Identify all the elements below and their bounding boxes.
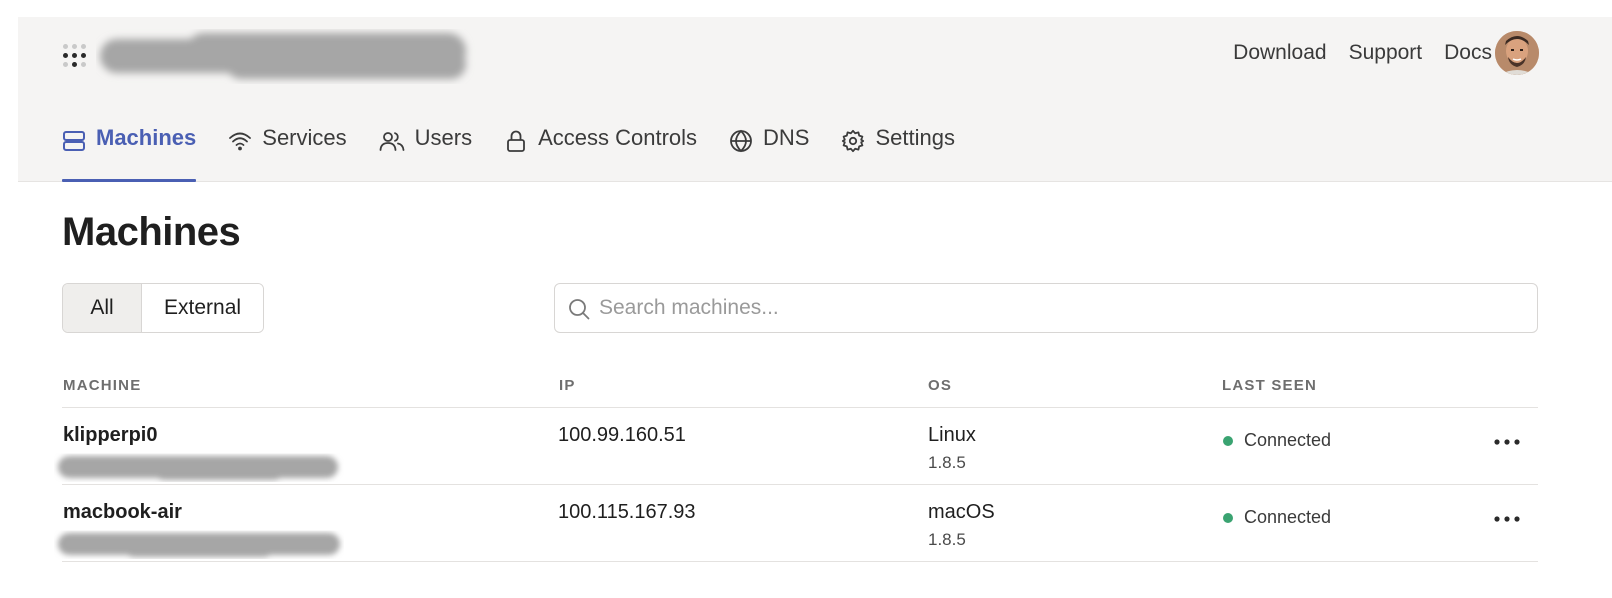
tailscale-logo-icon[interactable] bbox=[63, 44, 87, 68]
col-last-seen-header[interactable]: LAST SEEN bbox=[1222, 377, 1317, 394]
tab-dns-label: DNS bbox=[763, 125, 810, 150]
more-options-icon[interactable] bbox=[1492, 432, 1522, 452]
tab-access-controls-label: Access Controls bbox=[538, 125, 698, 150]
lock-icon bbox=[507, 130, 525, 152]
globe-icon bbox=[730, 129, 752, 153]
tailnet-name-redacted bbox=[100, 33, 466, 79]
machine-version: 1.8.5 bbox=[928, 530, 966, 549]
tab-machines-label: Machines bbox=[96, 125, 197, 150]
table-row[interactable]: macbook-air 100.115.167.93 macOS 1.8.5 C… bbox=[58, 485, 1538, 562]
users-icon bbox=[379, 132, 405, 151]
tab-users-label: Users bbox=[414, 125, 473, 150]
avatar-photo-icon bbox=[1495, 31, 1539, 75]
status-label: Connected bbox=[1244, 430, 1332, 450]
machines-table: MACHINE IP OS LAST SEEN klipperpi0 100.9… bbox=[58, 367, 1538, 562]
tab-machines[interactable]: Machines bbox=[62, 125, 197, 182]
tab-dns[interactable]: DNS bbox=[729, 125, 809, 181]
machine-ip: 100.99.160.51 bbox=[558, 424, 686, 446]
docs-link[interactable]: Docs bbox=[1444, 41, 1492, 65]
machine-owner-redacted bbox=[58, 533, 340, 557]
download-link[interactable]: Download bbox=[1233, 41, 1326, 65]
machine-version: 1.8.5 bbox=[928, 453, 966, 472]
search-icon bbox=[569, 299, 590, 320]
col-os-header[interactable]: OS bbox=[928, 377, 952, 394]
top-links: Download Support Docs bbox=[1233, 41, 1492, 65]
more-options-icon[interactable] bbox=[1492, 509, 1522, 529]
tab-settings-label: Settings bbox=[875, 125, 955, 150]
status-badge: Connected bbox=[1223, 430, 1331, 451]
machine-name[interactable]: klipperpi0 bbox=[63, 424, 157, 447]
tab-settings[interactable]: Settings bbox=[841, 125, 955, 181]
table-header: MACHINE IP OS LAST SEEN bbox=[62, 367, 1538, 408]
header: Download Support Docs Machines Services … bbox=[18, 17, 1612, 182]
col-machine-header[interactable]: MACHINE bbox=[63, 377, 141, 394]
user-avatar[interactable] bbox=[1495, 31, 1539, 75]
status-label: Connected bbox=[1244, 507, 1332, 527]
filter-toggle: All External bbox=[62, 283, 265, 333]
machine-owner-redacted bbox=[58, 456, 338, 480]
gear-icon bbox=[842, 129, 865, 153]
tab-access-controls[interactable]: Access Controls bbox=[504, 125, 697, 181]
page-title: Machines bbox=[62, 210, 241, 254]
search-box bbox=[554, 283, 1538, 333]
server-icon bbox=[63, 131, 85, 151]
tab-users[interactable]: Users bbox=[379, 125, 472, 181]
support-link[interactable]: Support bbox=[1349, 41, 1423, 65]
filter-external-button[interactable]: External bbox=[142, 284, 264, 332]
machine-name[interactable]: macbook-air bbox=[63, 501, 182, 524]
machine-os: Linux bbox=[928, 424, 976, 446]
machine-os: macOS bbox=[928, 501, 995, 523]
status-dot-icon bbox=[1223, 435, 1233, 446]
table-row[interactable]: klipperpi0 100.99.160.51 Linux 1.8.5 Con… bbox=[58, 408, 1538, 485]
status-dot-icon bbox=[1223, 512, 1233, 523]
machine-ip: 100.115.167.93 bbox=[558, 501, 696, 523]
tab-services-label: Services bbox=[262, 125, 347, 150]
app-window: Download Support Docs Machines Services … bbox=[18, 17, 1612, 598]
filter-all-button[interactable]: All bbox=[63, 284, 142, 332]
main-nav: Machines Services Users Access Controls … bbox=[62, 125, 955, 182]
tab-services[interactable]: Services bbox=[228, 125, 347, 181]
col-ip-header[interactable]: IP bbox=[559, 377, 576, 394]
wifi-icon bbox=[229, 132, 252, 151]
search-input[interactable] bbox=[597, 284, 1521, 332]
status-badge: Connected bbox=[1223, 507, 1331, 528]
